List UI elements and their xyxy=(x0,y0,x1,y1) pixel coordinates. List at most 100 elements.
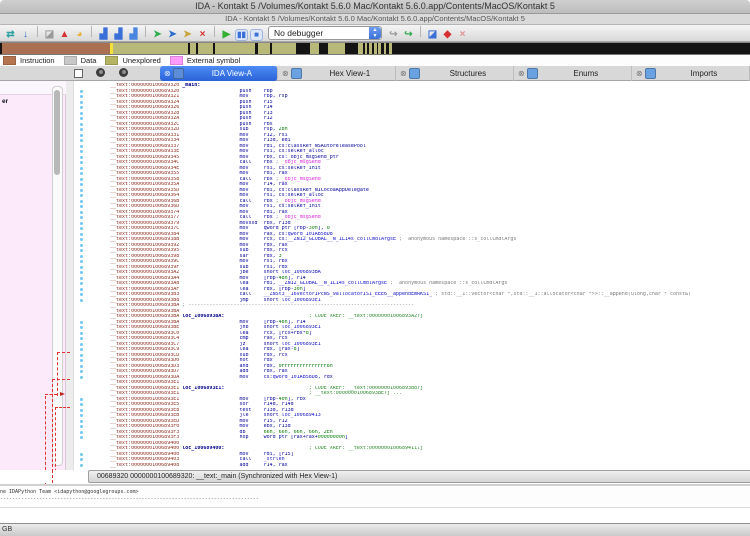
listing-address: __text:00000001006893F3 xyxy=(110,435,179,440)
tab-close-icon[interactable]: ⊗ xyxy=(636,69,643,78)
tab-imports[interactable]: ⊗Imports xyxy=(632,66,750,81)
listing-address: __text:000000010068939F xyxy=(110,265,179,270)
nav-forward-icon[interactable]: ↓ xyxy=(19,29,32,41)
tab-enums[interactable]: ⊗Enums xyxy=(514,66,632,81)
listing-address: __text:00000001006893BA xyxy=(110,303,179,308)
listing-address: __text:0000000100689403 xyxy=(110,457,179,462)
main-toolbar: ⇄↓◪▲◕▟▟▟➤➤➤×▶▮▮■ No debugger ▲▼ ↪↪◪◆× xyxy=(0,25,750,42)
listing-address: __text:0000000100689337 xyxy=(110,144,179,149)
tab-view-icon xyxy=(291,68,302,79)
step-into-icon[interactable]: ➤ xyxy=(151,29,164,41)
listing-address: __text:00000001006893E1 xyxy=(110,391,179,396)
listing-address: __text:000000010068938B xyxy=(110,237,179,242)
listing-address: __text:0000000100689384 xyxy=(110,232,179,237)
tab-close-icon[interactable]: ⊗ xyxy=(518,69,525,78)
output-line-1: ne IDAPython Team <idapython@googlegroup… xyxy=(0,489,138,496)
chart-functions-icon[interactable]: ▟ xyxy=(97,29,110,41)
listing-address: __text:00000001006893F3 xyxy=(110,430,179,435)
externals-scrollbar[interactable] xyxy=(52,86,63,466)
pane-splitter[interactable] xyxy=(66,81,74,470)
run-until-return-icon[interactable]: ➤ xyxy=(181,29,194,41)
toolbar-separator xyxy=(214,26,215,37)
chart-calls-icon[interactable]: ▟ xyxy=(127,29,140,41)
view-tab-bar: ⊗IDA View-A⊗Hex View-1⊗Structures⊗Enums⊗… xyxy=(0,66,750,81)
debugger-windows-icon[interactable]: ◪ xyxy=(426,29,439,41)
toolbar-separator xyxy=(91,26,92,37)
tab-close-icon[interactable]: ⊗ xyxy=(282,69,289,78)
snapshot-icon[interactable]: ◪ xyxy=(43,29,56,41)
pause-process-icon[interactable]: ▮▮ xyxy=(235,29,248,41)
navband-sliver xyxy=(378,43,381,54)
navband-segment[interactable] xyxy=(2,43,110,54)
debugger-select-stepper-icon[interactable]: ▲▼ xyxy=(369,27,381,39)
legend-item: External symbol xyxy=(167,56,240,65)
listing-address: __text:0000000100689377 xyxy=(110,215,179,220)
cancel-icon[interactable]: × xyxy=(196,29,209,41)
navband-stripe xyxy=(270,43,272,54)
externals-scrollbar-thumb[interactable] xyxy=(54,90,60,175)
tab-close-icon[interactable]: ⊗ xyxy=(164,69,171,78)
tab-close-icon[interactable]: ⊗ xyxy=(400,69,407,78)
navband-stripe xyxy=(188,43,190,54)
legend-item: Data xyxy=(61,56,97,65)
listing-line[interactable]: __text:0000000100689408 add r14, rax xyxy=(74,463,750,469)
listing-address: __text:00000001006893F0 xyxy=(110,424,179,429)
listing-address: __text:00000001006893A8 xyxy=(110,281,179,286)
legend-label: Data xyxy=(81,56,97,65)
listing-address: __text:00000001006893C9 xyxy=(110,347,179,352)
listing-address: __text:00000001006893E5 xyxy=(110,402,179,407)
listing-address: __text:00000001006893C7 xyxy=(110,342,179,347)
listing-address: __text:0000000100689395 xyxy=(110,248,179,253)
delete-breakpoint-icon[interactable]: × xyxy=(456,29,469,41)
attach-process-icon[interactable]: ↪ xyxy=(387,29,400,41)
idc-script-icon[interactable]: ◕ xyxy=(73,29,86,41)
breakpoint-list-icon[interactable]: ▲ xyxy=(58,29,71,41)
window-restore-icon[interactable] xyxy=(74,69,83,78)
listing-address: __text:000000010068936B xyxy=(110,199,179,204)
legend-item: Unexplored xyxy=(102,56,160,65)
step-over-icon[interactable]: ➤ xyxy=(166,29,179,41)
listing-address: __text:0000000100689358 xyxy=(110,177,179,182)
listing-address: __text:00000001006893E1 xyxy=(110,380,179,385)
disassembly-listing[interactable]: __text:0000000100689320 _main:__text:000… xyxy=(74,83,750,468)
tab-label: IDA View-A xyxy=(187,69,277,78)
chart-segments-icon[interactable]: ▟ xyxy=(112,29,125,41)
add-breakpoint-icon[interactable]: ◆ xyxy=(441,29,454,41)
tab-view-icon xyxy=(409,68,420,79)
listing-address: __text:00000001006893BA xyxy=(110,320,179,325)
tabs-container: ⊗IDA View-A⊗Hex View-1⊗Structures⊗Enums⊗… xyxy=(160,66,750,81)
stop-process-icon[interactable]: ■ xyxy=(250,29,263,41)
externals-pane[interactable]: er xyxy=(0,81,66,470)
debugger-select[interactable]: No debugger ▲▼ xyxy=(268,26,382,40)
tab-hex-view-1[interactable]: ⊗Hex View-1 xyxy=(278,66,396,81)
detach-process-icon[interactable]: ↪ xyxy=(402,29,415,41)
status-bar-left-gap xyxy=(0,470,88,483)
ida-window: IDA - Kontakt 5 /Volumes/Kontakt 5.6.0 M… xyxy=(0,0,750,536)
toolbar-separator xyxy=(420,26,421,37)
pane-button-1-icon[interactable] xyxy=(96,68,105,77)
listing-address: __text:00000001006893C4 xyxy=(110,336,179,341)
start-process-icon[interactable]: ▶ xyxy=(220,29,233,41)
nav-back-icon[interactable]: ⇄ xyxy=(4,29,17,41)
navigation-band[interactable] xyxy=(0,42,750,55)
tab-label: Structures xyxy=(423,69,513,78)
listing-address: __text:0000000100689364 xyxy=(110,193,179,198)
toolbar-separator xyxy=(37,26,38,37)
navband-segment[interactable] xyxy=(113,43,377,54)
listing-address: __text:00000001006893A2 xyxy=(110,270,179,275)
window-title-bar[interactable]: IDA - Kontakt 5 /Volumes/Kontakt 5.6.0 M… xyxy=(0,0,750,14)
listing-address: __text:00000001006893BE xyxy=(110,325,179,330)
pane-controls xyxy=(0,66,160,81)
listing-address: __text:0000000100689400 xyxy=(110,441,179,446)
listing-address: __text:000000010068939C xyxy=(110,259,179,264)
pane-button-2-icon[interactable] xyxy=(119,68,128,77)
listing-address: __text:0000000100689328 xyxy=(110,111,179,116)
command-line-input[interactable] xyxy=(0,508,750,523)
tab-ida-view-a[interactable]: ⊗ IDA View-A xyxy=(160,66,278,81)
status-bar: 00689320 0000000100689320: __text:_main … xyxy=(88,470,750,483)
tab-structures[interactable]: ⊗ Structures xyxy=(396,66,514,81)
window-title: IDA - Kontakt 5 /Volumes/Kontakt 5.6.0 M… xyxy=(195,1,555,11)
listing-address: __text:000000010068932C xyxy=(110,122,179,127)
listing-address: __text:0000000100689400 xyxy=(110,452,179,457)
listing-address: __text:00000001006893EB xyxy=(110,413,179,418)
